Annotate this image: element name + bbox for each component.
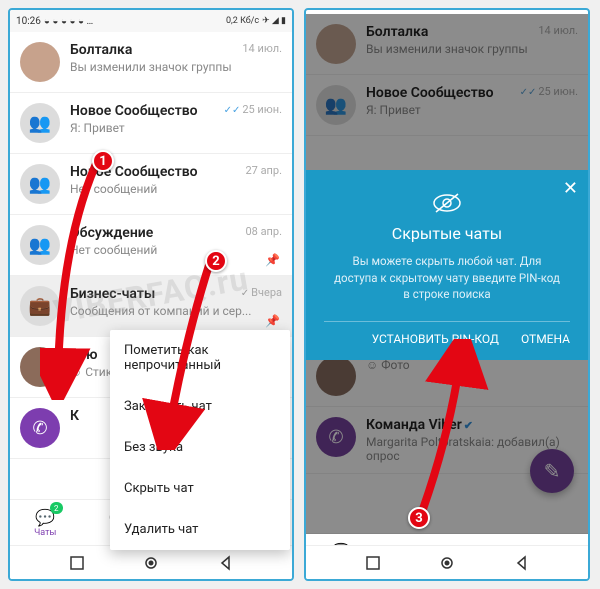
status-time: 10:26 <box>16 16 41 27</box>
avatar <box>316 24 356 64</box>
status-bar: 10:26 ◒ ◒ ◒ ◒ ◒ … 0,2 Кб/с ✈ ◢ ▮ <box>10 10 292 32</box>
sys-back-icon[interactable] <box>514 555 530 571</box>
status-notif-icons: ◒ ◒ ◒ ◒ ◒ … <box>44 16 93 27</box>
pin-icon: 📌 <box>265 253 280 267</box>
sys-back-icon[interactable] <box>218 555 234 571</box>
chat-subtitle: Вы изменили значок группы <box>366 42 578 56</box>
avatar: 👥 <box>316 85 356 125</box>
dialog-divider <box>324 321 570 322</box>
close-icon[interactable]: ✕ <box>563 178 578 199</box>
chat-subtitle: Я: Привет <box>70 121 282 135</box>
menu-item-hide-chat[interactable]: Скрыть чат <box>110 468 290 509</box>
chat-time: 14 июл. <box>242 42 282 55</box>
chat-item: Болталка Вы изменили значок группы 14 ию… <box>306 14 588 75</box>
nav-badge: 2 <box>50 502 63 514</box>
chat-time: 27 апр. <box>245 164 282 177</box>
sys-recent-icon[interactable] <box>69 555 85 571</box>
annotation-1: 1 <box>92 150 114 172</box>
annotation-arrow-3 <box>411 339 501 519</box>
avatar: 👥 <box>20 103 60 143</box>
sys-home-icon[interactable] <box>143 555 159 571</box>
status-speed: 0,2 Кб/с <box>226 16 259 26</box>
annotation-arrow-2 <box>140 250 230 450</box>
compose-fab: ✎ <box>530 449 574 493</box>
sys-recent-icon[interactable] <box>365 555 381 571</box>
chat-time: ✓✓25 июн. <box>520 85 578 98</box>
avatar: ✆ <box>316 417 356 457</box>
status-sys-icons: ✈ ◢ ▮ <box>262 16 286 26</box>
annotation-3: 3 <box>408 507 430 529</box>
android-nav <box>306 545 588 579</box>
sys-home-icon[interactable] <box>439 555 455 571</box>
chat-subtitle: Я: Привет <box>366 103 578 117</box>
chat-time: ✓✓25 июн. <box>224 103 282 116</box>
android-nav <box>10 545 292 579</box>
chat-time: 14 июл. <box>538 24 578 37</box>
menu-item-delete-chat[interactable]: Удалить чат <box>110 509 290 550</box>
dialog-text: Вы можете скрыть любой чат. Для доступа … <box>324 253 570 303</box>
cancel-button[interactable]: ОТМЕНА <box>521 332 570 346</box>
chat-item: 👥 Новое Сообщество Я: Привет ✓✓25 июн. <box>306 75 588 136</box>
pin-icon: 📌 <box>265 314 280 328</box>
chat-subtitle: Вы изменили значок группы <box>70 60 282 74</box>
dialog-title: Скрытые чаты <box>324 224 570 243</box>
avatar: ✆ <box>20 408 60 448</box>
annotation-arrow-1 <box>40 140 130 400</box>
hidden-eye-icon <box>324 192 570 218</box>
phone-left: 10:26 ◒ ◒ ◒ ◒ ◒ … 0,2 Кб/с ✈ ◢ ▮ Болталк… <box>8 8 294 581</box>
annotation-2: 2 <box>205 250 227 272</box>
nav-label: Чаты <box>34 528 56 538</box>
nav-chats[interactable]: 💬 Чаты 2 <box>10 500 81 545</box>
hidden-chats-dialog: ✕ Скрытые чаты Вы можете скрыть любой ча… <box>306 170 588 360</box>
chat-item[interactable]: Болталка Вы изменили значок группы 14 ию… <box>10 32 292 93</box>
avatar <box>316 356 356 396</box>
chat-time: 08 апр. <box>245 225 282 238</box>
chat-time: ✓Вчера <box>241 286 282 299</box>
avatar <box>20 42 60 82</box>
phone-right: Болталка Вы изменили значок группы 14 ию… <box>304 8 590 581</box>
